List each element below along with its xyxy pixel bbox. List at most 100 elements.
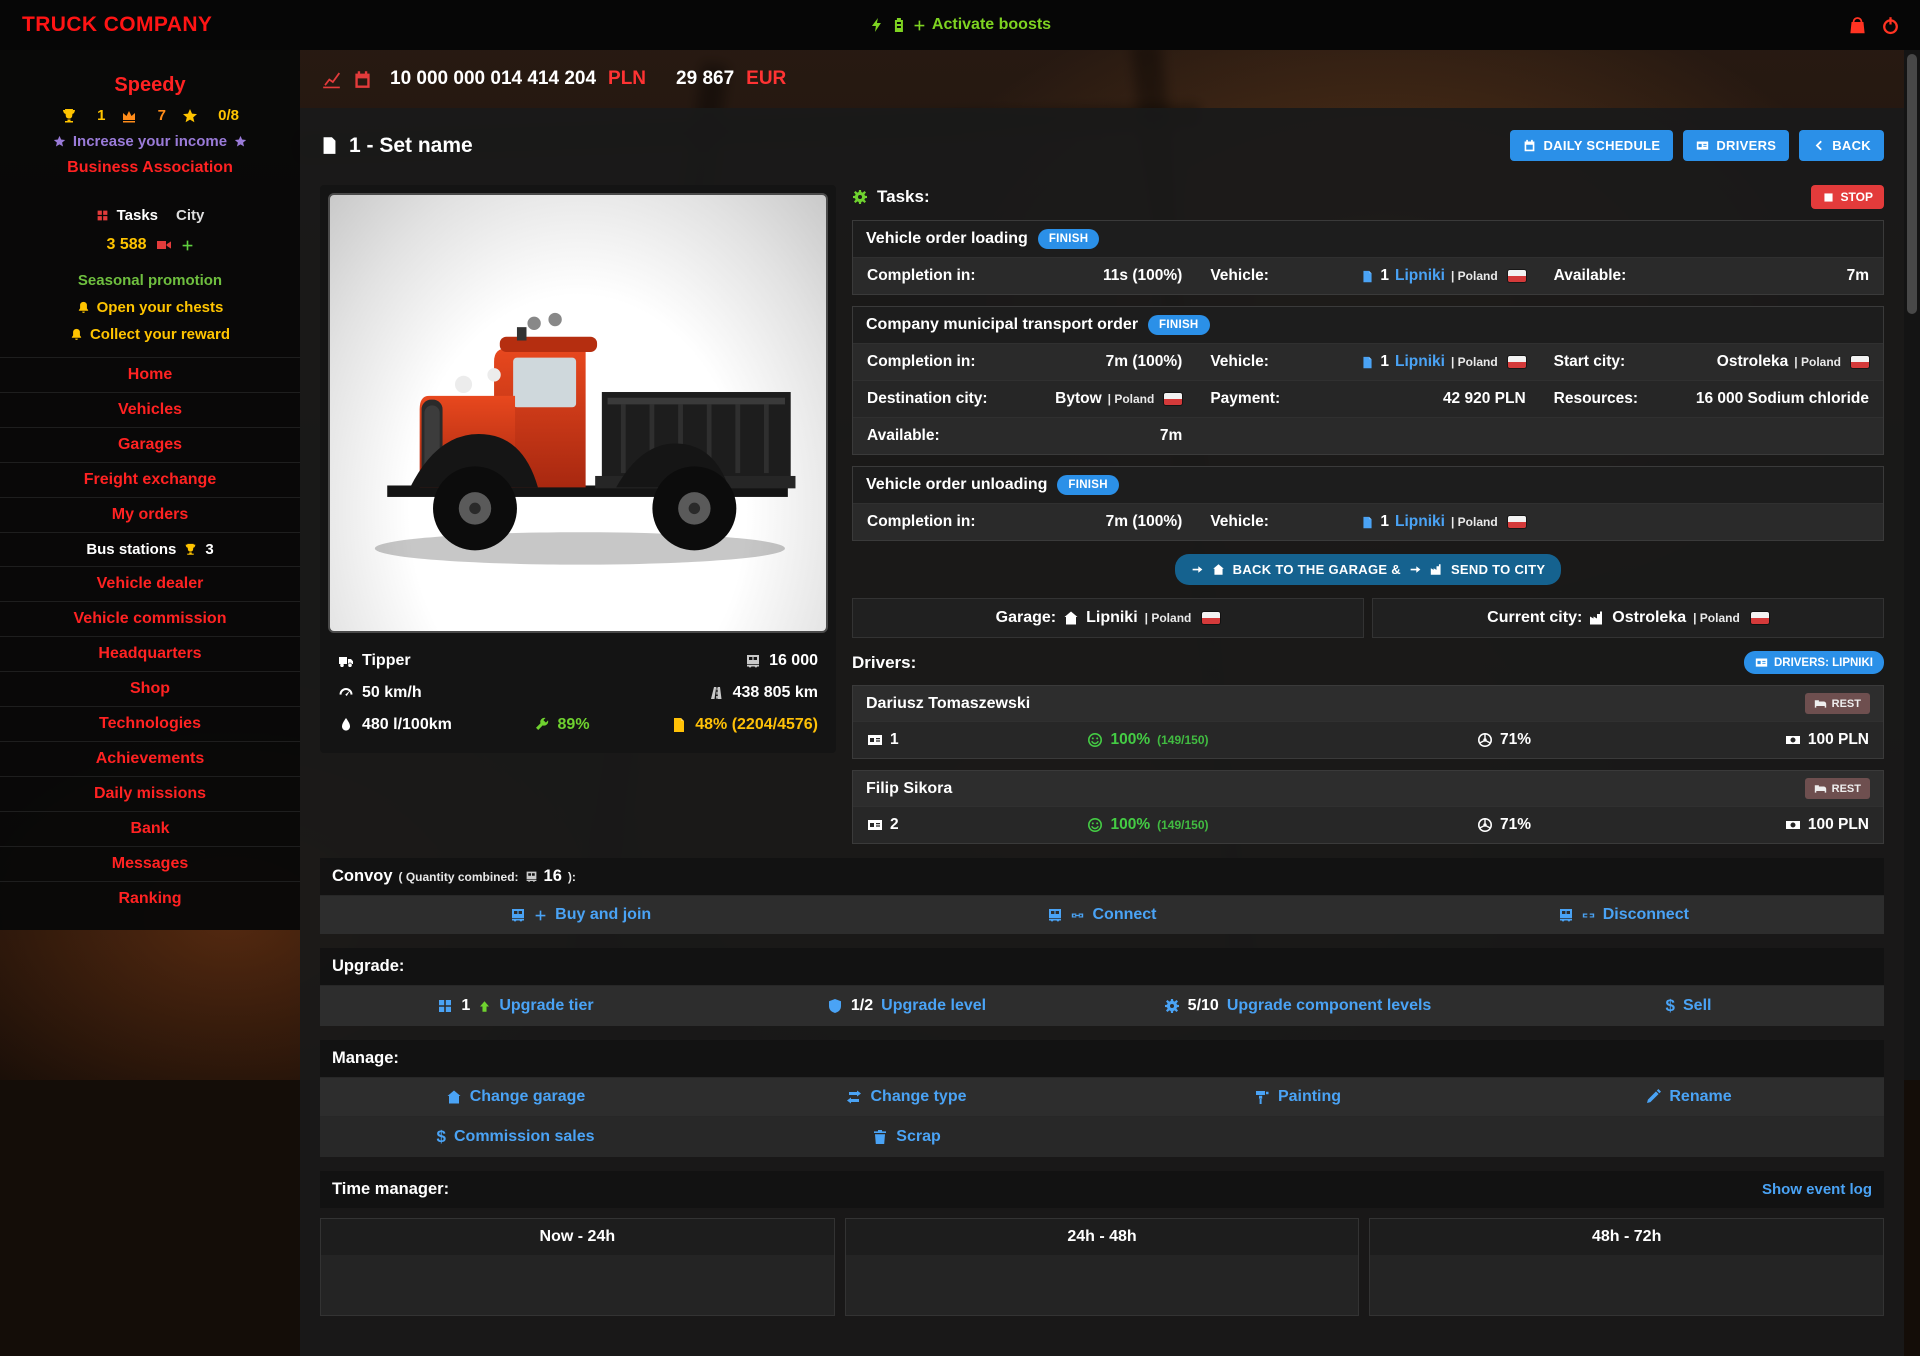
lightning-icon (869, 17, 885, 33)
scrollbar-track[interactable] (1904, 50, 1920, 1080)
driver-name[interactable]: Dariusz Tomaszewski (866, 695, 1030, 713)
sidebar-item-bank[interactable]: Bank (0, 811, 300, 846)
rename-link[interactable]: Rename (1493, 1088, 1884, 1106)
change-type-label: Change type (870, 1088, 966, 1106)
stop-icon (1822, 191, 1835, 204)
back-to-garage-send-to-city-button[interactable]: BACK TO THE GARAGE & SEND TO CITY (1175, 554, 1562, 585)
vehicle-city-link[interactable]: Lipniki (1395, 513, 1445, 531)
collect-reward-link[interactable]: Collect your reward (0, 326, 300, 343)
bed-icon (1814, 782, 1827, 795)
cart-icon[interactable] (1848, 16, 1867, 35)
upgrade-tier-link[interactable]: 1 Upgrade tier (320, 996, 711, 1016)
calendar-icon[interactable] (353, 70, 372, 89)
sidebar-item-daily-missions[interactable]: Daily missions (0, 776, 300, 811)
arrow-icon (1409, 563, 1422, 576)
link-icon (1071, 909, 1084, 922)
poland-flag-icon (1202, 612, 1220, 624)
convoy-buy-join-link[interactable]: Buy and join (320, 906, 841, 924)
shield-icon (827, 998, 843, 1014)
scrap-link[interactable]: Scrap (711, 1127, 1102, 1147)
sidebar-item-achievements[interactable]: Achievements (0, 741, 300, 776)
company-name[interactable]: Speedy (0, 74, 300, 97)
convoy-connect-link[interactable]: Connect (841, 906, 1362, 924)
rest-button[interactable]: REST (1805, 693, 1870, 714)
sidebar-item-freight-exchange[interactable]: Freight exchange (0, 462, 300, 497)
open-chests-link[interactable]: Open your chests (0, 299, 300, 316)
convoy-quantity-close: ): (568, 870, 576, 884)
stop-button[interactable]: STOP (1811, 185, 1884, 209)
sidebar-item-vehicle-commission[interactable]: Vehicle commission (0, 601, 300, 636)
chart-icon[interactable] (322, 70, 341, 89)
id-card-icon (1696, 139, 1709, 152)
document-icon (1361, 356, 1374, 369)
completion-value: 11s (100%) (1103, 267, 1182, 285)
driver-happiness: 100% (1110, 816, 1150, 834)
finish-button[interactable]: FINISH (1148, 315, 1210, 335)
ad-video-icon[interactable] (156, 237, 172, 253)
slot-card-icon (867, 732, 883, 748)
finish-button[interactable]: FINISH (1057, 475, 1119, 495)
painting-link[interactable]: Painting (1102, 1088, 1493, 1106)
driver-skill: 71% (1500, 816, 1531, 834)
sidebar-item-vehicle-dealer[interactable]: Vehicle dealer (0, 566, 300, 601)
bus-icon (1558, 907, 1574, 923)
sidebar-item-shop[interactable]: Shop (0, 671, 300, 706)
swap-icon (846, 1089, 862, 1105)
show-event-log-link[interactable]: Show event log (1762, 1181, 1872, 1198)
company-stats: 1 7 0/8 (0, 107, 300, 124)
back-button[interactable]: BACK (1799, 130, 1884, 161)
upgrade-components-link[interactable]: 5/10 Upgrade component levels (1102, 996, 1493, 1016)
finish-button[interactable]: FINISH (1038, 229, 1100, 249)
vehicle-country: | Poland (1451, 515, 1498, 529)
sell-link[interactable]: $ Sell (1493, 996, 1884, 1016)
trophy-icon (61, 108, 77, 124)
start-city: Ostroleka (1717, 353, 1789, 371)
tab-tasks[interactable]: Tasks (96, 207, 158, 224)
vehicle-city-link[interactable]: Lipniki (1395, 353, 1445, 371)
sidebar-item-garages[interactable]: Garages (0, 427, 300, 462)
sidebar-item-vehicles[interactable]: Vehicles (0, 392, 300, 427)
bus-icon (1047, 907, 1063, 923)
power-icon[interactable] (1881, 16, 1900, 35)
seasonal-promotion-link[interactable]: Seasonal promotion (0, 272, 300, 289)
current-city-location: Current city: Ostroleka | Poland (1372, 598, 1884, 638)
time-manager-title: Time manager: (332, 1180, 449, 1199)
drivers-lipniki-button[interactable]: DRIVERS: LIPNIKI (1744, 651, 1884, 674)
page-title: 1 - Set name (320, 134, 473, 158)
vehicle-number: 1 (1380, 267, 1389, 285)
sidebar-item-technologies[interactable]: Technologies (0, 706, 300, 741)
drivers-button[interactable]: DRIVERS (1683, 130, 1789, 161)
upgrade-level-link[interactable]: 1/2 Upgrade level (711, 996, 1102, 1016)
sidebar-item-bus-stations[interactable]: Bus stations 3 (0, 532, 300, 566)
stop-button-label: STOP (1841, 190, 1873, 204)
sidebar-item-ranking[interactable]: Ranking (0, 881, 300, 916)
sidebar-item-messages[interactable]: Messages (0, 846, 300, 881)
tab-city[interactable]: City (176, 207, 204, 224)
sidebar-item-headquarters[interactable]: Headquarters (0, 636, 300, 671)
sidebar-item-home[interactable]: Home (0, 357, 300, 392)
rest-button[interactable]: REST (1805, 778, 1870, 799)
change-garage-link[interactable]: Change garage (320, 1088, 711, 1106)
driver-name[interactable]: Filip Sikora (866, 780, 952, 798)
vehicle-city-link[interactable]: Lipniki (1395, 267, 1445, 285)
wrench-icon (534, 717, 550, 733)
business-association-link[interactable]: Business Association (0, 159, 300, 177)
poland-flag-icon (1508, 270, 1526, 282)
vehicle-condition: 89% (558, 716, 590, 734)
activate-boosts-button[interactable]: Activate boosts (869, 16, 1051, 34)
scrollbar-thumb[interactable] (1907, 54, 1917, 314)
vehicle-image (328, 193, 828, 633)
time-column-header: 24h - 48h (846, 1219, 1359, 1255)
seasonal-promotion-label: Seasonal promotion (78, 272, 222, 289)
change-type-link[interactable]: Change type (711, 1088, 1102, 1106)
daily-schedule-button[interactable]: DAILY SCHEDULE (1510, 130, 1673, 161)
level-number: 1/2 (851, 997, 873, 1015)
commission-sales-link[interactable]: $ Commission sales (320, 1127, 711, 1147)
buy-gold-plus-icon[interactable] (181, 239, 194, 252)
drivers-lipniki-label: DRIVERS: LIPNIKI (1774, 657, 1873, 669)
sidebar-menu: Home Vehicles Garages Freight exchange M… (0, 357, 300, 916)
vehicle-number: 1 (1380, 353, 1389, 371)
sidebar-item-my-orders[interactable]: My orders (0, 497, 300, 532)
increase-income-link[interactable]: Increase your income (0, 133, 300, 150)
convoy-disconnect-link[interactable]: Disconnect (1363, 906, 1884, 924)
